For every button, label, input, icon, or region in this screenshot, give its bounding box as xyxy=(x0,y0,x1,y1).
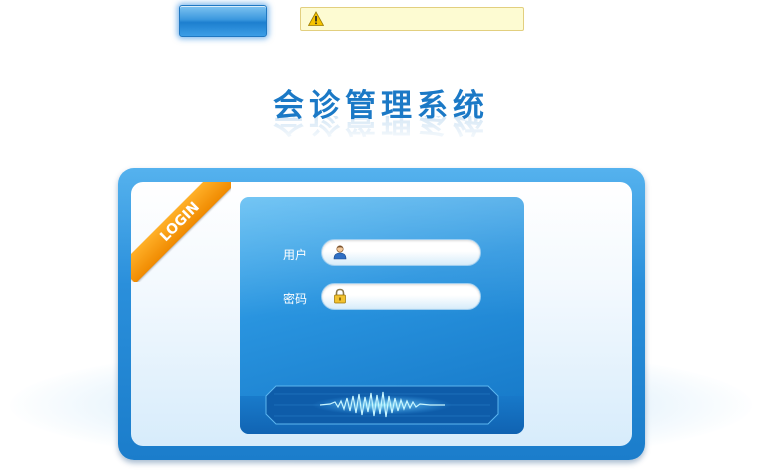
password-field[interactable] xyxy=(321,283,481,310)
user-icon xyxy=(333,245,347,260)
warning-bar xyxy=(300,7,524,31)
sound-wave-decoration xyxy=(240,385,524,434)
login-ribbon: LOGIN xyxy=(131,182,231,282)
warning-icon xyxy=(308,11,324,26)
username-input[interactable] xyxy=(354,243,478,264)
username-label: 用户 xyxy=(283,248,308,262)
password-label: 密码 xyxy=(283,292,308,306)
login-ribbon-container: LOGIN xyxy=(131,182,231,282)
password-input[interactable] xyxy=(354,287,478,308)
username-field[interactable] xyxy=(321,239,481,266)
top-action-button[interactable] xyxy=(179,5,267,37)
login-panel: 用户 密码 xyxy=(240,197,524,434)
lock-icon xyxy=(334,288,346,304)
page-title-reflection: 会诊管理系统 xyxy=(273,116,489,138)
